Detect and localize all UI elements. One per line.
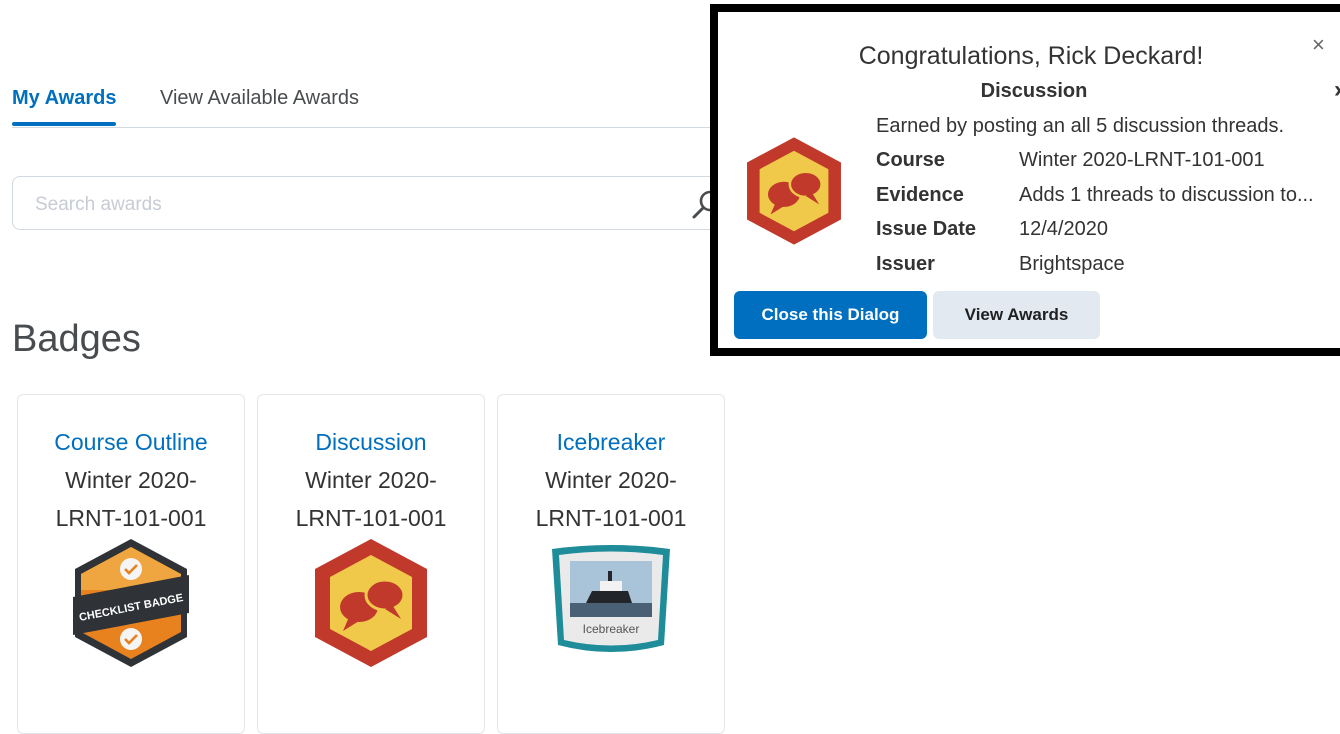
checklist-badge-icon[interactable]: CHECKLIST BADGE — [69, 535, 193, 676]
tab-my-awards[interactable]: My Awards — [12, 84, 117, 126]
dialog-row-label: Issuer — [876, 253, 935, 275]
dialog-row-value: Winter 2020-LRNT-101-001 — [1019, 149, 1265, 171]
close-icon[interactable]: × — [1312, 34, 1325, 56]
badge-card-course: Winter 2020-LRNT-101-001 — [55, 467, 207, 531]
badge-card-title[interactable]: Discussion — [258, 427, 484, 457]
badge-card-course: Winter 2020-LRNT-101-001 — [295, 467, 447, 531]
badge-card-discussion: Discussion Winter 2020-LRNT-101-001 — [257, 394, 485, 734]
badge-card-title[interactable]: Icebreaker — [498, 427, 724, 457]
dialog-row-value: Brightspace — [1019, 253, 1125, 275]
dialog-row-course: Course Winter 2020-LRNT-101-001 — [876, 149, 1265, 172]
badge-card-icebreaker: Icebreaker Winter 2020-LRNT-101-001 Iceb… — [497, 394, 725, 734]
award-dialog: Congratulations, Rick Deckard! × › Discu… — [710, 4, 1340, 356]
badge-card-title[interactable]: Course Outline — [18, 427, 244, 457]
dialog-row-label: Issue Date — [876, 218, 977, 240]
badge-card-course-outline: Course Outline Winter 2020-LRNT-101-001 … — [17, 394, 245, 734]
dialog-row-evidence: Evidence Adds 1 threads to discussion to.… — [876, 184, 1314, 207]
tab-view-available-awards[interactable]: View Available Awards — [160, 84, 359, 112]
dialog-row-label: Course — [876, 149, 945, 171]
award-dialog-body: Congratulations, Rick Deckard! × › Discu… — [718, 12, 1340, 348]
dialog-row-label: Evidence — [876, 184, 964, 206]
discussion-badge-icon[interactable] — [309, 535, 433, 676]
badges-heading: Badges — [12, 318, 141, 360]
search-input[interactable] — [33, 189, 637, 221]
discussion-badge-icon — [742, 133, 846, 254]
dialog-row-value: Adds 1 threads to discussion to... — [1019, 184, 1314, 206]
view-awards-button[interactable]: View Awards — [933, 291, 1100, 339]
chevron-right-icon[interactable]: › — [1334, 76, 1340, 104]
dialog-award-name: Discussion — [980, 80, 1088, 102]
badge-card-course: Winter 2020-LRNT-101-001 — [535, 467, 687, 531]
dialog-title: Congratulations, Rick Deckard! — [858, 42, 1204, 70]
dialog-row-issuer: Issuer Brightspace — [876, 253, 1125, 276]
close-dialog-button[interactable]: Close this Dialog — [734, 291, 927, 339]
awards-tabs: My Awards View Available Awards — [12, 84, 712, 128]
icebreaker-badge-text: Icebreaker — [583, 622, 640, 636]
search-box — [12, 176, 732, 230]
dialog-row-issue-date: Issue Date 12/4/2020 — [876, 218, 1108, 241]
icebreaker-badge-icon[interactable]: Icebreaker — [546, 541, 676, 666]
dialog-description: Earned by posting an all 5 discussion th… — [876, 115, 1285, 137]
dialog-row-value: 12/4/2020 — [1019, 218, 1108, 240]
